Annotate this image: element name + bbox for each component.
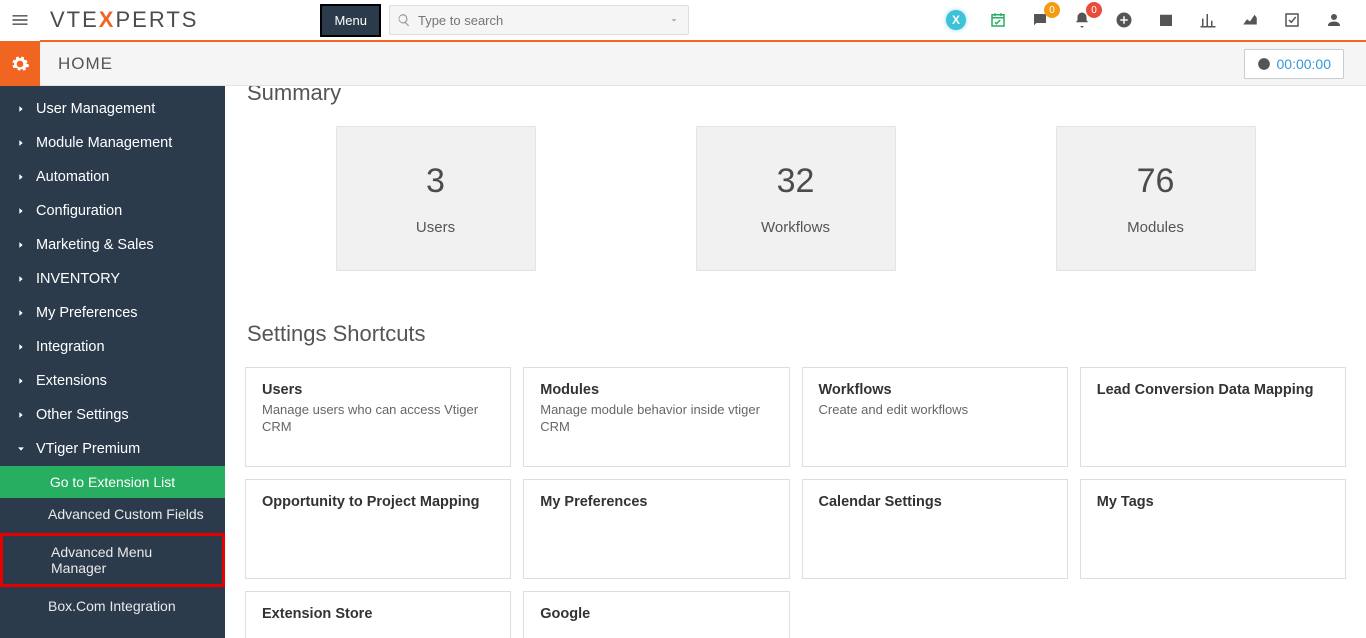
sidebar-item[interactable]: Extensions [0, 364, 225, 398]
sidebar-item[interactable]: Configuration [0, 194, 225, 228]
stat-card: 3 Users [336, 126, 536, 271]
checkbox-icon[interactable] [1282, 10, 1302, 30]
sidebar-item-label: Other Settings [36, 407, 129, 423]
sidebar-item-label: Integration [36, 339, 105, 355]
shortcut-card[interactable]: Modules Manage module behavior inside vti… [523, 367, 789, 467]
shortcut-title: Extension Store [262, 606, 494, 622]
top-bar: VTEXPERTS Menu X 0 0 [0, 0, 1366, 42]
shortcut-card[interactable]: Calendar Settings [802, 479, 1068, 579]
stat-label: Modules [1127, 219, 1184, 236]
shortcut-title: Opportunity to Project Mapping [262, 494, 494, 510]
timer-value: 00:00:00 [1277, 56, 1332, 72]
sidebar-sub-item[interactable]: Box.Com Integration [0, 590, 225, 622]
sidebar-item-label: VTiger Premium [36, 441, 140, 457]
shortcuts-grid: Users Manage users who can access Vtiger … [245, 367, 1346, 638]
shortcut-desc: Manage module behavior inside vtiger CRM [540, 402, 772, 436]
stat-value: 32 [777, 162, 815, 201]
shortcut-title: Workflows [819, 382, 1051, 398]
stat-card: 32 Workflows [696, 126, 896, 271]
stat-value: 76 [1137, 162, 1175, 201]
sidebar-item[interactable]: User Management [0, 92, 225, 126]
shortcut-card[interactable]: Lead Conversion Data Mapping [1080, 367, 1346, 467]
calendar-check-icon[interactable] [988, 10, 1008, 30]
sidebar-sub-item[interactable]: Go to Extension List [0, 466, 225, 498]
chat-icon[interactable]: 0 [1030, 10, 1050, 30]
sidebar-item-label: Marketing & Sales [36, 237, 154, 253]
timer[interactable]: 00:00:00 [1244, 49, 1345, 79]
sidebar-sub-item[interactable]: Advanced Custom Fields [0, 498, 225, 530]
sub-bar: HOME 00:00:00 [0, 42, 1366, 86]
shortcut-card[interactable]: Extension Store [245, 591, 511, 638]
sidebar-item[interactable]: Integration [0, 330, 225, 364]
bell-badge: 0 [1086, 2, 1102, 18]
sidebar-item-label: Extensions [36, 373, 107, 389]
sidebar-item-label: INVENTORY [36, 271, 120, 287]
shortcut-title: Calendar Settings [819, 494, 1051, 510]
sidebar-item[interactable]: Module Management [0, 126, 225, 160]
menu-button[interactable]: Menu [320, 4, 381, 37]
search-input-wrap[interactable] [389, 5, 689, 35]
content: Summary 3 Users 32 Workflows 76 Modules Setti… [225, 86, 1366, 638]
shortcut-desc: Create and edit workflows [819, 402, 1051, 419]
shortcut-desc: Manage users who can access Vtiger CRM [262, 402, 494, 436]
shortcut-card[interactable]: My Tags [1080, 479, 1346, 579]
main: User Management Module Management Automati… [0, 86, 1366, 638]
top-icons: X 0 0 [946, 10, 1366, 30]
gear-icon[interactable] [0, 42, 40, 86]
shortcut-card[interactable]: My Preferences [523, 479, 789, 579]
sidebar-item-label: User Management [36, 101, 155, 117]
page-title: HOME [40, 54, 113, 74]
sidebar-item[interactable]: INVENTORY [0, 262, 225, 296]
shortcut-title: My Preferences [540, 494, 772, 510]
shortcut-title: Lead Conversion Data Mapping [1097, 382, 1329, 398]
sidebar-item-label: My Preferences [36, 305, 138, 321]
sidebar-item[interactable]: Other Settings [0, 398, 225, 432]
search-dropdown-icon[interactable] [660, 15, 688, 25]
shortcut-title: Users [262, 382, 494, 398]
shortcuts-title: Settings Shortcuts [247, 321, 1346, 347]
sidebar-item-label: Module Management [36, 135, 172, 151]
hamburger-icon[interactable] [0, 0, 40, 41]
sidebar-item[interactable]: Marketing & Sales [0, 228, 225, 262]
plus-circle-icon[interactable] [1114, 10, 1134, 30]
sidebar-item-label: Automation [36, 169, 109, 185]
sidebar-item[interactable]: Automation [0, 160, 225, 194]
sidebar-item-label: Configuration [36, 203, 122, 219]
search-input[interactable] [418, 13, 660, 28]
shortcut-card[interactable]: Opportunity to Project Mapping [245, 479, 511, 579]
user-icon[interactable] [1324, 10, 1344, 30]
area-chart-icon[interactable] [1240, 10, 1260, 30]
bar-chart-icon[interactable] [1198, 10, 1218, 30]
shortcut-card[interactable]: Workflows Create and edit workflows [802, 367, 1068, 467]
shortcut-title: Modules [540, 382, 772, 398]
stats-row: 3 Users 32 Workflows 76 Modules [245, 126, 1346, 271]
bell-icon[interactable]: 0 [1072, 10, 1092, 30]
stat-value: 3 [426, 162, 445, 201]
shortcut-title: My Tags [1097, 494, 1329, 510]
shortcut-card[interactable]: Users Manage users who can access Vtiger … [245, 367, 511, 467]
sidebar-item[interactable]: VTiger Premium [0, 432, 225, 466]
logo: VTEXPERTS [40, 7, 212, 33]
search-icon [390, 13, 418, 27]
sidebar-sub-item[interactable]: Advanced Menu Manager [0, 533, 225, 587]
brand-badge-icon[interactable]: X [946, 10, 966, 30]
sidebar-item[interactable]: My Preferences [0, 296, 225, 330]
chat-badge: 0 [1044, 2, 1060, 18]
calendar-icon[interactable] [1156, 10, 1176, 30]
stat-card: 76 Modules [1056, 126, 1256, 271]
shortcut-title: Google [540, 606, 772, 622]
stat-label: Users [416, 219, 455, 236]
shortcut-card[interactable]: Google [523, 591, 789, 638]
stat-label: Workflows [761, 219, 830, 236]
sidebar: User Management Module Management Automati… [0, 86, 225, 638]
summary-title: Summary [247, 86, 1346, 106]
